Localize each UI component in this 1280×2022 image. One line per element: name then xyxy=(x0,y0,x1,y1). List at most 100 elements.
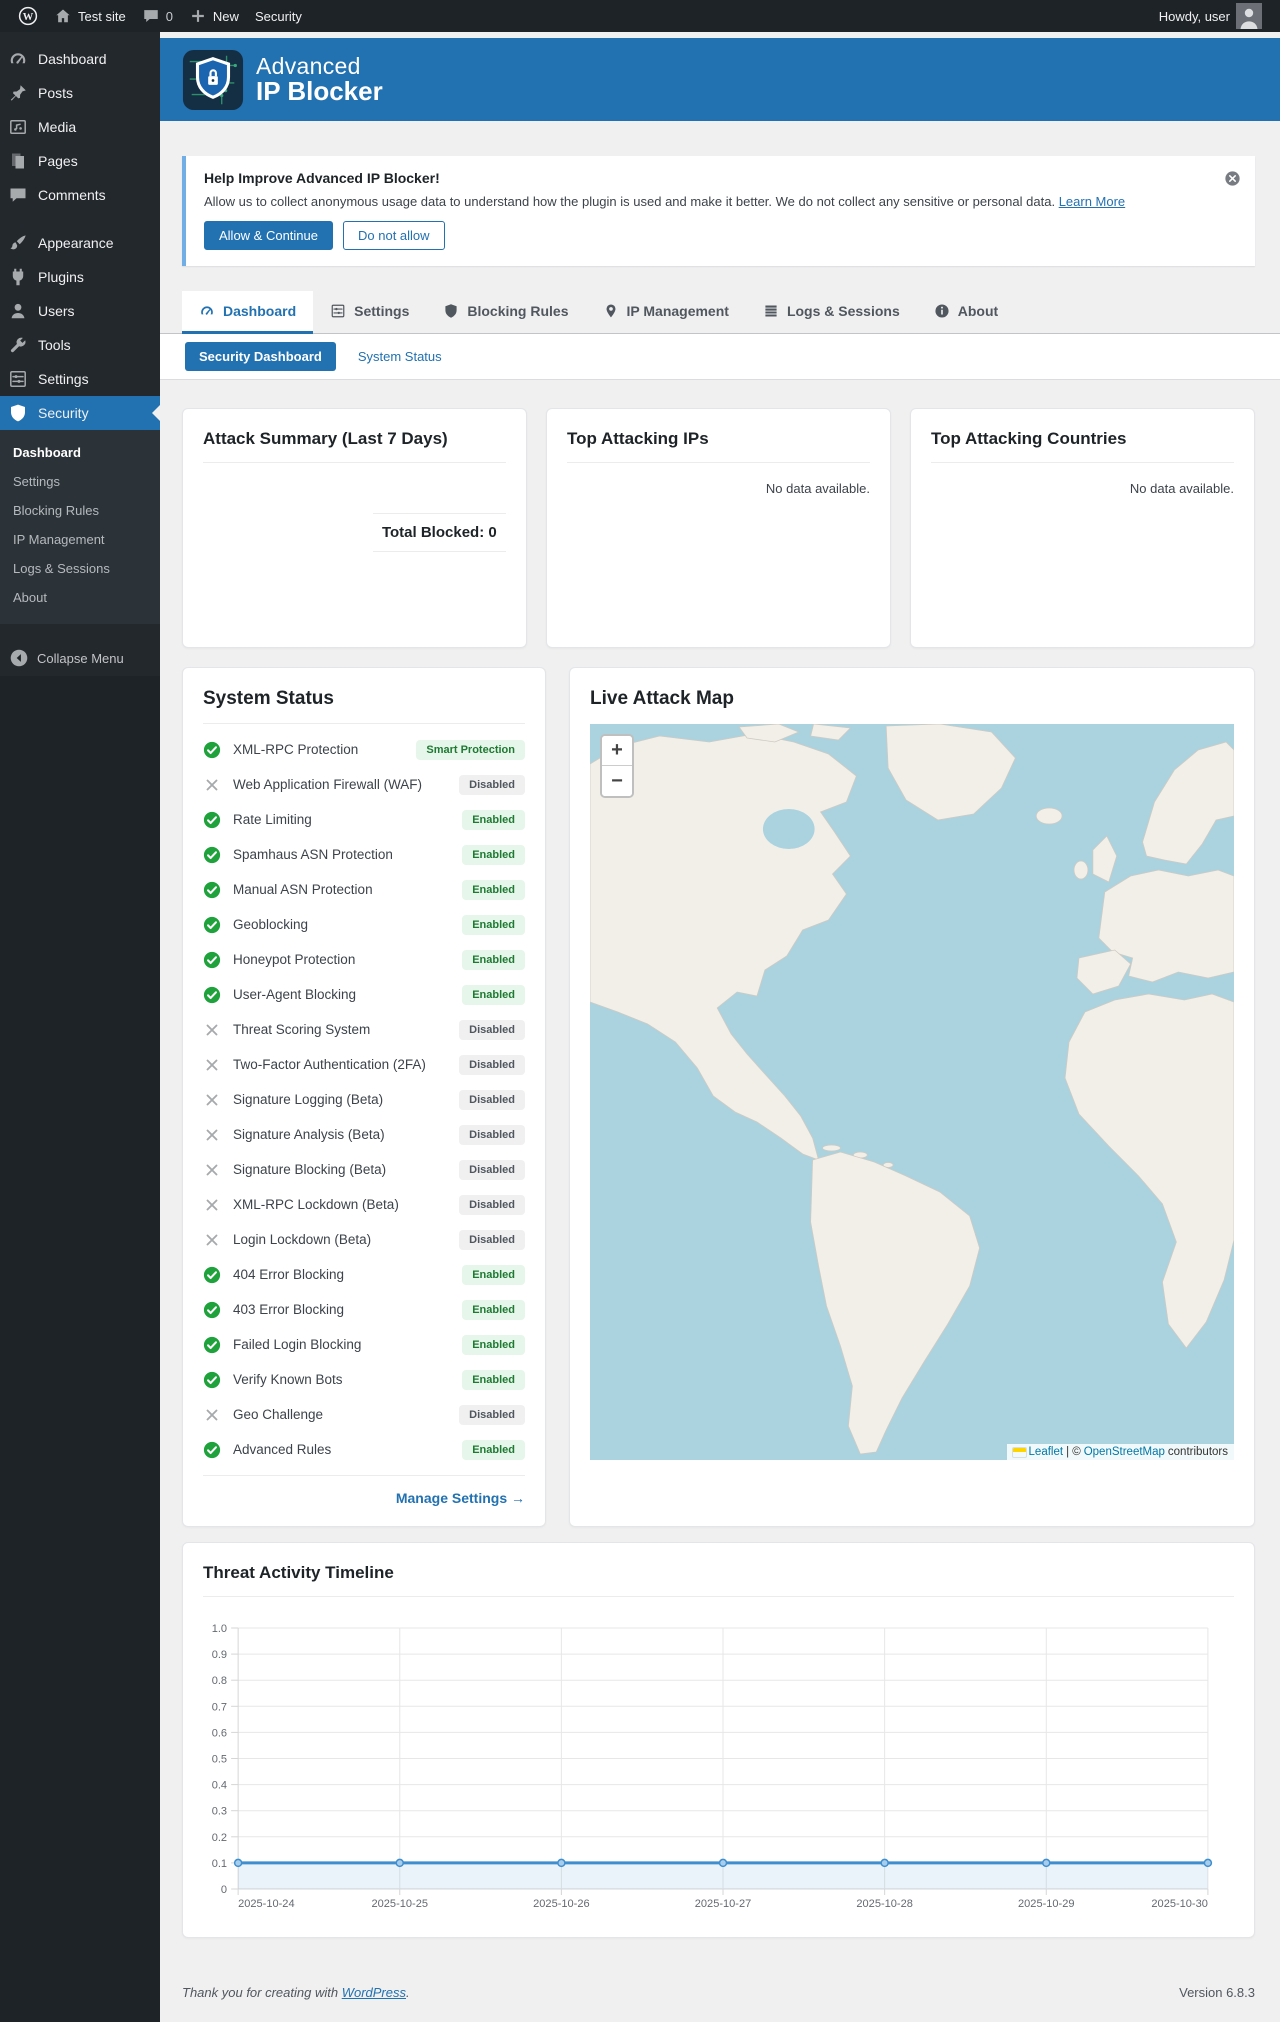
status-row-geoblocking: GeoblockingEnabled xyxy=(203,907,525,942)
svg-text:0.9: 0.9 xyxy=(212,1649,227,1661)
sidebar-item-security[interactable]: Security xyxy=(0,396,160,430)
submenu-item-dashboard[interactable]: Dashboard xyxy=(0,438,160,467)
svg-text:0.2: 0.2 xyxy=(212,1832,227,1844)
status-badge: Enabled xyxy=(462,1300,525,1320)
status-badge: Enabled xyxy=(462,950,525,970)
admin-bar-security-link[interactable]: Security xyxy=(247,0,310,32)
status-label: Signature Analysis (Beta) xyxy=(233,1127,459,1142)
total-blocked-value: Total Blocked: 0 xyxy=(373,513,506,552)
status-row-signature-logging-beta: Signature Logging (Beta)Disabled xyxy=(203,1082,525,1117)
sidebar-item-pages[interactable]: Pages xyxy=(0,144,160,178)
status-badge: Enabled xyxy=(462,810,525,830)
svg-text:0.4: 0.4 xyxy=(212,1780,227,1792)
status-label: Geoblocking xyxy=(233,917,462,932)
sidebar-item-posts[interactable]: Posts xyxy=(0,76,160,110)
status-row-login-lockdown-beta: Login Lockdown (Beta)Disabled xyxy=(203,1222,525,1257)
howdy-text: Howdy, user xyxy=(1159,9,1230,24)
sidebar-item-settings[interactable]: Settings xyxy=(0,362,160,396)
sidebar-item-media[interactable]: Media xyxy=(0,110,160,144)
new-menu[interactable]: New xyxy=(181,0,247,32)
sidebar-item-plugins[interactable]: Plugins xyxy=(0,260,160,294)
tab-logs-sessions[interactable]: Logs & Sessions xyxy=(746,291,917,334)
collapse-menu-button[interactable]: Collapse Menu xyxy=(0,640,160,676)
check-circle-icon xyxy=(203,1336,221,1354)
pages-icon xyxy=(8,151,28,171)
status-label: Advanced Rules xyxy=(233,1442,462,1457)
tab-ip-management[interactable]: IP Management xyxy=(586,291,746,334)
status-row-spamhaus-asn-protection: Spamhaus ASN ProtectionEnabled xyxy=(203,837,525,872)
comments-link[interactable]: 0 xyxy=(134,0,181,32)
subtab-security-dashboard[interactable]: Security Dashboard xyxy=(185,342,336,371)
plugin-title-line1: Advanced xyxy=(256,54,383,78)
sidebar-item-label: Dashboard xyxy=(38,51,107,67)
zoom-out-button[interactable]: − xyxy=(602,766,632,796)
admin-sidebar: Dashboard PostsMediaPagesComments Appearan… xyxy=(0,32,160,2022)
pin-icon xyxy=(8,83,28,103)
openstreetmap-link[interactable]: OpenStreetMap xyxy=(1084,1446,1165,1458)
howdy-user-menu[interactable]: Howdy, user xyxy=(1151,0,1270,32)
submenu-item-settings[interactable]: Settings xyxy=(0,467,160,496)
sidebar-item-tools[interactable]: Tools xyxy=(0,328,160,362)
svg-text:1.0: 1.0 xyxy=(212,1623,227,1635)
site-name-link[interactable]: Test site xyxy=(46,0,134,32)
leaflet-link[interactable]: Leaflet xyxy=(1029,1446,1064,1458)
appearance-icon xyxy=(8,233,28,253)
top-countries-empty-text: No data available. xyxy=(931,481,1234,496)
submenu-item-logs-sessions[interactable]: Logs & Sessions xyxy=(0,554,160,583)
status-label: Failed Login Blocking xyxy=(233,1337,462,1352)
svg-text:2025-10-29: 2025-10-29 xyxy=(1018,1898,1074,1910)
x-mark-icon xyxy=(203,1091,221,1109)
status-label: Login Lockdown (Beta) xyxy=(233,1232,459,1247)
wordpress-menu[interactable]: W xyxy=(10,0,46,32)
sidebar-item-comments[interactable]: Comments xyxy=(0,178,160,212)
tools-icon xyxy=(8,335,28,355)
submenu-item-blocking-rules[interactable]: Blocking Rules xyxy=(0,496,160,525)
status-badge: Disabled xyxy=(459,1195,525,1215)
plugin-title-line2: IP Blocker xyxy=(256,78,383,105)
status-row-web-application-firewall-waf: Web Application Firewall (WAF)Disabled xyxy=(203,767,525,802)
subtab-system-status[interactable]: System Status xyxy=(358,349,442,364)
status-row-user-agent-blocking: User-Agent BlockingEnabled xyxy=(203,977,525,1012)
media-icon xyxy=(8,117,28,137)
svg-text:2025-10-27: 2025-10-27 xyxy=(695,1898,751,1910)
submenu-item-about[interactable]: About xyxy=(0,583,160,612)
comment-icon xyxy=(142,7,160,25)
status-row-403-error-blocking: 403 Error BlockingEnabled xyxy=(203,1292,525,1327)
check-circle-icon xyxy=(203,741,221,759)
tab-settings[interactable]: Settings xyxy=(313,291,426,334)
plugin-tabs: DashboardSettingsBlocking RulesIP Manage… xyxy=(160,291,1280,334)
status-badge: Enabled xyxy=(462,1265,525,1285)
x-mark-icon xyxy=(203,1161,221,1179)
home-icon xyxy=(54,7,72,25)
sidebar-item-label: Plugins xyxy=(38,269,84,285)
threat-activity-chart: 00.10.20.30.40.50.60.70.80.91.02025-10-2… xyxy=(203,1607,1234,1917)
x-mark-icon xyxy=(203,1231,221,1249)
sidebar-item-appearance[interactable]: Appearance xyxy=(0,226,160,260)
leaflet-map[interactable]: + − Leaflet | © OpenStreetMap contributo… xyxy=(590,724,1234,1460)
location-pin-icon xyxy=(603,303,619,319)
tab-dashboard[interactable]: Dashboard xyxy=(182,291,313,334)
sidebar-item-label: Users xyxy=(38,303,75,319)
sidebar-item-users[interactable]: Users xyxy=(0,294,160,328)
svg-text:0.6: 0.6 xyxy=(212,1727,227,1739)
do-not-allow-button[interactable]: Do not allow xyxy=(343,221,445,250)
dismiss-notice-icon[interactable] xyxy=(1224,170,1241,187)
status-row-threat-scoring-system: Threat Scoring SystemDisabled xyxy=(203,1012,525,1047)
threat-activity-card: Threat Activity Timeline 00.10.20.30.40.… xyxy=(182,1542,1255,1938)
threat-activity-title: Threat Activity Timeline xyxy=(203,1563,1234,1597)
sidebar-item-dashboard[interactable]: Dashboard xyxy=(0,42,160,76)
plugin-logo-icon xyxy=(182,49,244,111)
learn-more-link[interactable]: Learn More xyxy=(1059,194,1125,209)
wordpress-link[interactable]: WordPress xyxy=(342,1985,406,2000)
status-row-manual-asn-protection: Manual ASN ProtectionEnabled xyxy=(203,872,525,907)
tab-blocking-rules[interactable]: Blocking Rules xyxy=(426,291,585,334)
allow-continue-button[interactable]: Allow & Continue xyxy=(204,221,333,250)
submenu-item-ip-management[interactable]: IP Management xyxy=(0,525,160,554)
top-countries-title: Top Attacking Countries xyxy=(931,429,1234,463)
zoom-in-button[interactable]: + xyxy=(602,736,632,766)
svg-text:0: 0 xyxy=(221,1884,227,1896)
svg-text:2025-10-24: 2025-10-24 xyxy=(238,1898,294,1910)
manage-settings-link[interactable]: Manage Settings → xyxy=(396,1490,525,1506)
sidebar-item-label: Appearance xyxy=(38,235,114,251)
tab-about[interactable]: About xyxy=(917,291,1015,334)
